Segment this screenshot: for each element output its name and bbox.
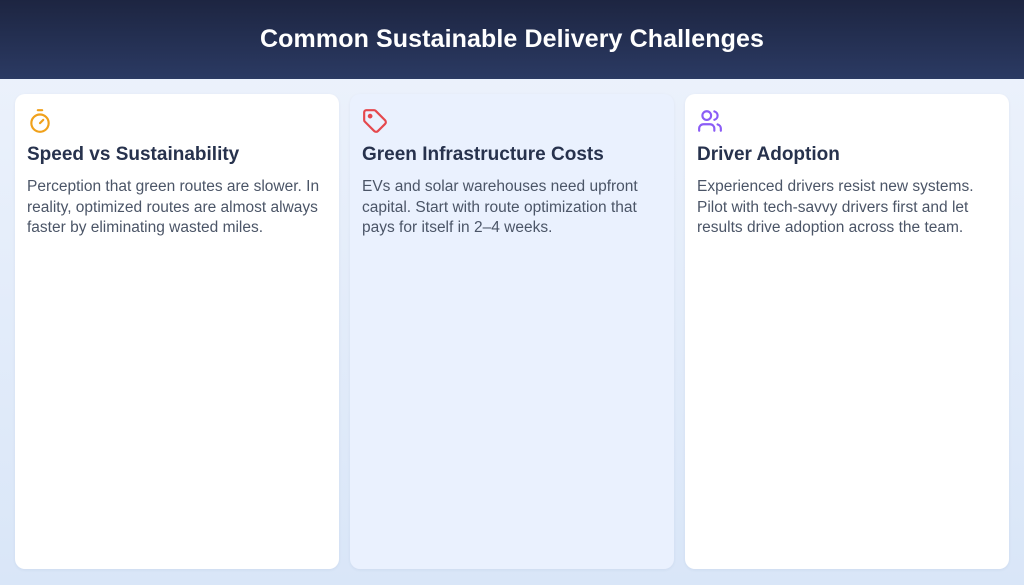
card-body: EVs and solar warehouses need upfront ca… [362, 178, 638, 236]
stopwatch-icon [27, 108, 53, 134]
card-body: Experienced drivers resist new systems. … [697, 178, 974, 236]
page-header: Common Sustainable Delivery Challenges [0, 0, 1024, 79]
challenge-cards: Speed vs Sustainability Perception that … [15, 94, 1009, 569]
page-title: Common Sustainable Delivery Challenges [260, 25, 764, 53]
card-title: Green Infrastructure Costs [362, 144, 604, 165]
users-icon [697, 108, 723, 134]
card-title: Driver Adoption [697, 144, 840, 165]
challenge-card-speed: Speed vs Sustainability Perception that … [15, 94, 339, 569]
card-body: Perception that green routes are slower.… [27, 178, 320, 236]
challenge-card-driver-adoption: Driver Adoption Experienced drivers resi… [685, 94, 1009, 569]
card-title: Speed vs Sustainability [27, 144, 240, 165]
challenge-card-infrastructure: Green Infrastructure Costs EVs and solar… [350, 94, 674, 569]
tag-icon [362, 108, 388, 134]
